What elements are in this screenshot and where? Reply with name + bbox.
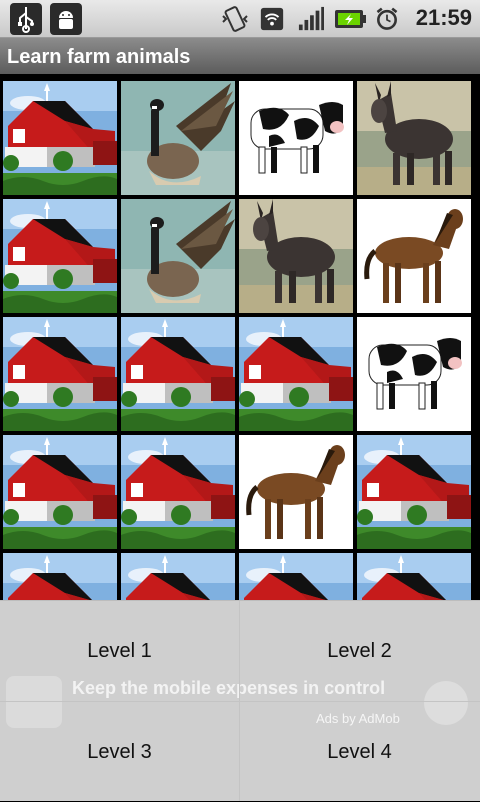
wifi-icon: [260, 7, 284, 31]
signal-icon: [298, 6, 324, 31]
vibrate-icon: [222, 6, 248, 32]
level-3-button[interactable]: Level 3: [0, 702, 239, 802]
tile-goose[interactable]: [121, 199, 235, 313]
level-menu: Keep the mobile expenses in control Ads …: [0, 600, 480, 801]
tile-cow[interactable]: [357, 317, 471, 431]
level-2-button[interactable]: Level 2: [240, 601, 479, 701]
tile-barn[interactable]: [3, 435, 117, 549]
level-1-button[interactable]: Level 1: [0, 601, 239, 701]
status-bar: 21:59: [0, 0, 480, 38]
tile-horse[interactable]: [357, 199, 471, 313]
tile-horse[interactable]: [239, 435, 353, 549]
level-4-button[interactable]: Level 4: [240, 702, 479, 802]
tile-barn[interactable]: [357, 435, 471, 549]
tile-barn[interactable]: [239, 553, 353, 600]
tile-donkey[interactable]: [239, 199, 353, 313]
alarm-icon: [376, 7, 398, 30]
tile-barn[interactable]: [121, 553, 235, 600]
battery-charging-icon: [335, 10, 366, 28]
tile-barn[interactable]: [3, 81, 117, 195]
android-debug-icon: [50, 3, 82, 35]
app-title: Learn farm animals: [0, 38, 480, 76]
tile-barn[interactable]: [121, 435, 235, 549]
memory-grid: [0, 78, 480, 600]
tile-cow[interactable]: [239, 81, 353, 195]
tile-barn[interactable]: [3, 317, 117, 431]
tile-barn[interactable]: [357, 553, 471, 600]
clock: 21:59: [415, 5, 472, 30]
tile-donkey[interactable]: [357, 81, 471, 195]
tile-barn[interactable]: [239, 317, 353, 431]
tile-barn[interactable]: [3, 199, 117, 313]
tile-barn[interactable]: [121, 317, 235, 431]
tile-barn[interactable]: [3, 553, 117, 600]
tile-goose[interactable]: [121, 81, 235, 195]
usb-icon: [10, 3, 42, 35]
